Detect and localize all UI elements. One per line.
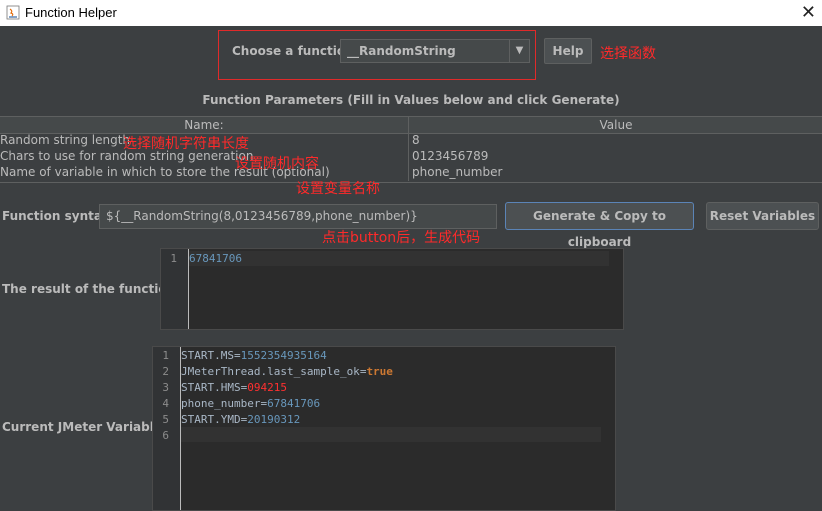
annotation-variable-name: 设置变量名称 — [296, 181, 380, 197]
line-number: 3 — [162, 381, 169, 394]
current-line-highlight — [181, 427, 601, 442]
variable-line: phone_number=67841706 — [181, 397, 320, 410]
line-number: 6 — [162, 429, 169, 442]
line-number: 4 — [162, 397, 169, 410]
variable-value: 094215 — [247, 381, 287, 394]
help-button[interactable]: Help — [544, 38, 592, 64]
variable-key: phone_number — [181, 397, 261, 410]
variable-key: JMeterThread.last_sample_ok — [181, 365, 360, 378]
reset-variables-button[interactable]: Reset Variables — [706, 202, 819, 230]
variable-value: 20190312 — [247, 413, 301, 426]
annotation-choose-function: 选择函数 — [600, 46, 656, 62]
column-header-name: Name: — [184, 118, 224, 132]
param-value[interactable]: 0123456789 — [412, 149, 488, 163]
variables-editor[interactable]: 1 START.MS=1552354935164 2 JMeterThread.… — [152, 346, 616, 511]
annotation-generate-code: 点击button后，生成代码 — [322, 230, 481, 246]
variable-line: JMeterThread.last_sample_ok=true — [181, 365, 393, 378]
close-icon[interactable]: ✕ — [801, 2, 816, 22]
line-number: 1 — [170, 252, 177, 265]
param-value[interactable]: phone_number — [412, 165, 502, 179]
function-parameters-title: Function Parameters (Fill in Values belo… — [202, 93, 620, 107]
result-value: 67841706 — [189, 252, 242, 265]
table-row[interactable]: Name of variable in which to store the r… — [0, 165, 822, 181]
function-syntax-field[interactable]: ${__RandomString(8,0123456789,phone_numb… — [99, 204, 497, 229]
line-number: 2 — [162, 365, 169, 378]
variable-value: true — [366, 365, 393, 378]
generate-copy-button[interactable]: Generate & Copy to clipboard — [505, 202, 694, 249]
annotation-string-length: 选择随机字符串长度 — [123, 136, 249, 152]
param-name: Name of variable in which to store the r… — [0, 165, 330, 179]
function-select-value: __RandomString — [347, 44, 456, 58]
annotation-random-content: 设置随机内容 — [235, 156, 319, 172]
line-number: 5 — [162, 413, 169, 426]
variable-value: 1552354935164 — [240, 349, 327, 362]
dropdown-arrow-icon[interactable]: ▼ — [509, 40, 529, 62]
variable-key: START.MS — [181, 349, 234, 362]
result-editor[interactable]: 1 67841706 — [160, 248, 624, 330]
line-number: 1 — [162, 349, 169, 362]
variable-value: 67841706 — [267, 397, 321, 410]
column-separator — [408, 117, 409, 133]
param-value[interactable]: 8 — [412, 133, 420, 147]
choose-function-label: Choose a function — [232, 44, 354, 58]
equals-sign: = — [233, 349, 241, 362]
variable-line: START.MS=1552354935164 — [181, 349, 327, 362]
variable-line: START.HMS=094215 — [181, 381, 287, 394]
parameters-table-header: Name: Value — [0, 116, 822, 134]
variable-key: START.HMS — [181, 381, 241, 394]
variable-key: START.YMD — [181, 413, 241, 426]
variable-line: START.YMD=20190312 — [181, 413, 300, 426]
window-title: Function Helper — [25, 5, 117, 20]
table-bottom-border — [0, 182, 822, 183]
jmeter-variables-label: Current JMeter Variables — [2, 420, 170, 434]
window-titlebar: Function Helper ✕ — [0, 0, 822, 26]
function-syntax-label: Function syntax: — [2, 209, 115, 223]
column-header-value: Value — [599, 118, 633, 132]
current-line-highlight — [189, 251, 609, 266]
function-select[interactable]: __RandomString ▼ — [340, 39, 530, 63]
java-app-icon — [6, 5, 20, 20]
